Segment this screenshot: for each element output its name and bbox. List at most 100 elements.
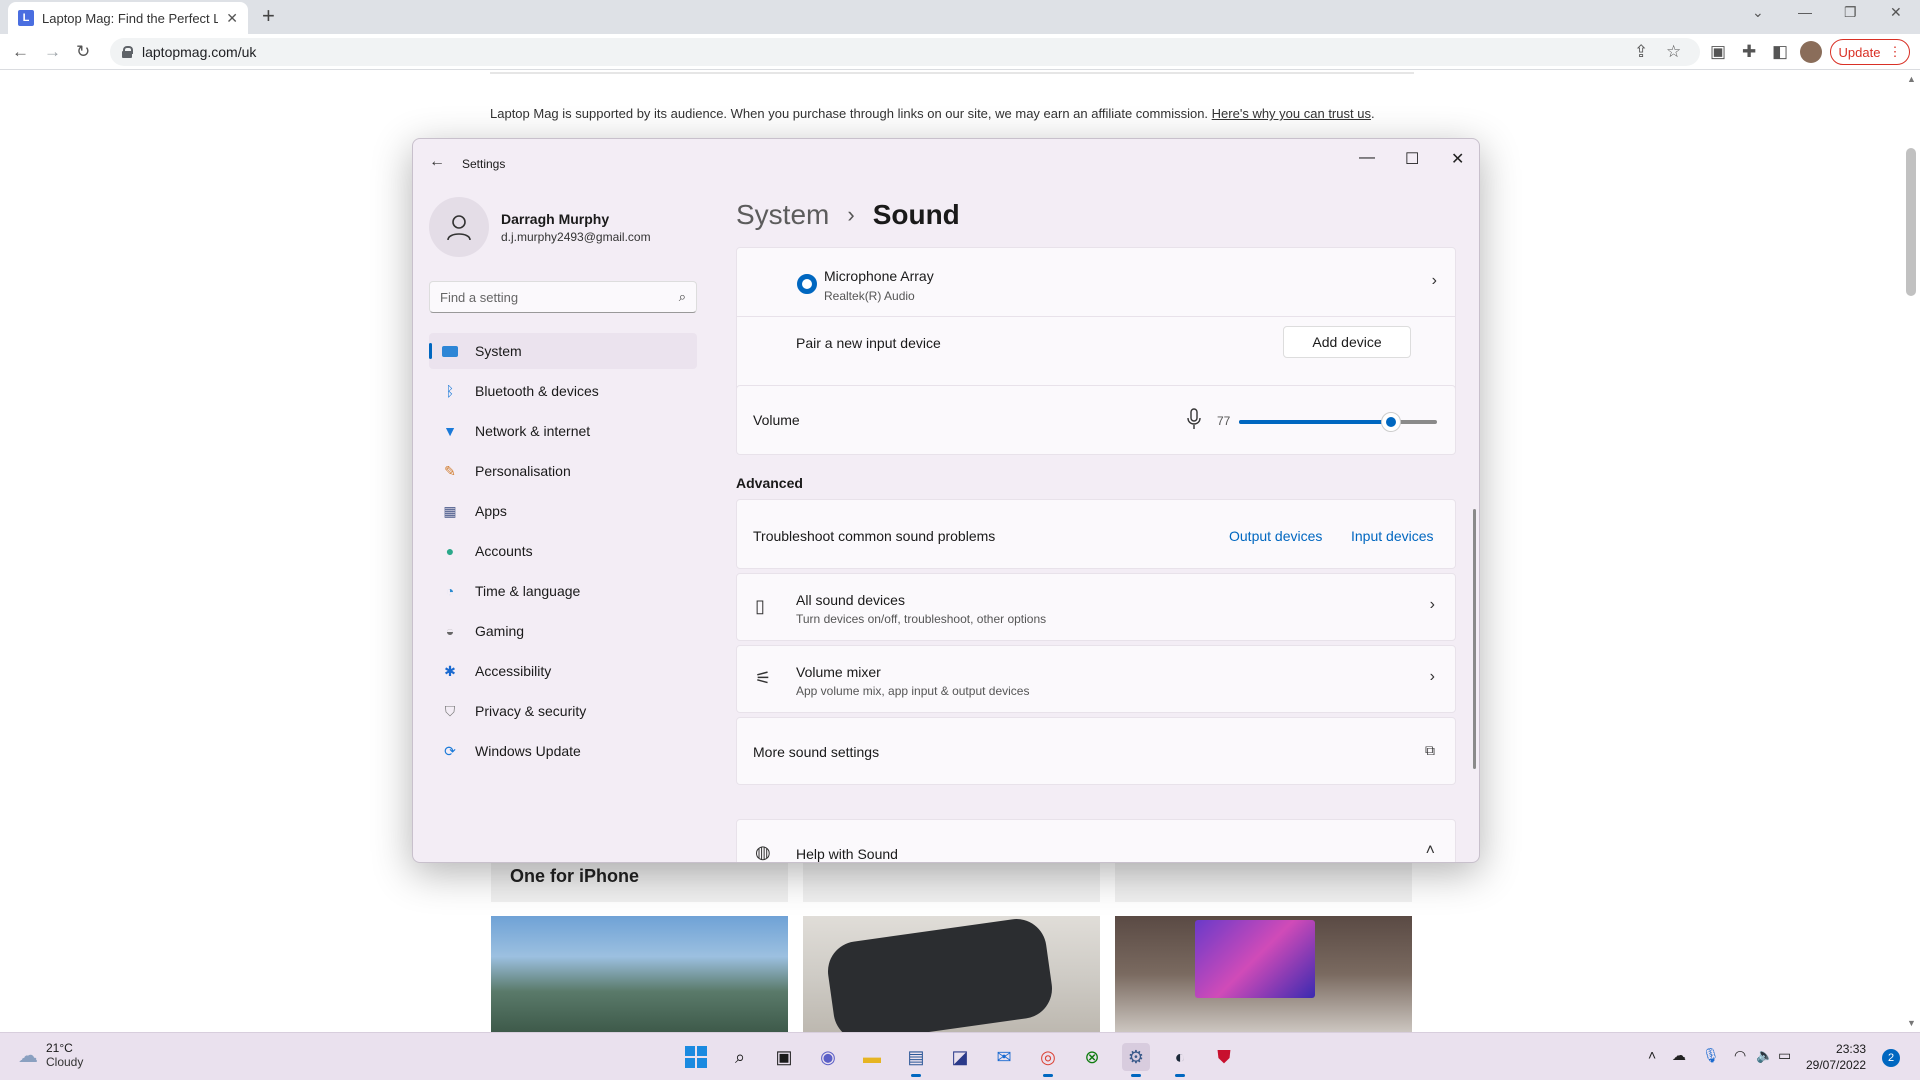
- update-button[interactable]: Update ⋮: [1830, 39, 1910, 65]
- start-button[interactable]: [682, 1043, 710, 1071]
- settings-search-input[interactable]: [440, 289, 660, 305]
- microsoft-store-icon[interactable]: ▤: [902, 1043, 930, 1077]
- tab-title: Laptop Mag: Find the Perfect Lap: [42, 10, 219, 26]
- extension-icon[interactable]: ▣: [1710, 42, 1726, 62]
- input-device-row[interactable]: Microphone Array Realtek(R) Audio ›: [737, 248, 1456, 316]
- forward-arrow-icon[interactable]: →: [44, 42, 61, 62]
- mail-icon[interactable]: ✉: [990, 1043, 1018, 1071]
- scroll-down-icon[interactable]: ▼: [1907, 1018, 1916, 1028]
- mcafee-icon[interactable]: ⛊: [1210, 1043, 1238, 1071]
- mixer-sliders-icon: ⚟: [755, 668, 772, 688]
- notification-badge[interactable]: 2: [1882, 1049, 1900, 1067]
- cloud-icon: ☁: [18, 1044, 38, 1067]
- nav-item-bluetooth[interactable]: ᛒ Bluetooth & devices: [429, 373, 697, 409]
- puzzle-icon[interactable]: ✚: [1742, 42, 1756, 62]
- settings-minimize-icon[interactable]: —: [1359, 149, 1375, 167]
- more-sound-settings-row[interactable]: More sound settings ⧉: [736, 717, 1456, 785]
- nav-item-time-language[interactable]: ◔ Time & language: [429, 573, 697, 609]
- input-device-card: Microphone Array Realtek(R) Audio › Pair…: [736, 247, 1456, 399]
- tab-search-chevron-icon[interactable]: ⌄: [1752, 4, 1764, 21]
- article-card-title[interactable]: One for iPhone: [510, 866, 639, 887]
- troubleshoot-card: Troubleshoot common sound problems Outpu…: [736, 499, 1456, 569]
- chevron-right-icon: ›: [1429, 668, 1435, 685]
- nav-item-accessibility[interactable]: ✱ Accessibility: [429, 653, 697, 689]
- nav-item-network[interactable]: ▼ Network & internet: [429, 413, 697, 449]
- steam-icon[interactable]: ◐: [1166, 1043, 1194, 1077]
- file-explorer-icon[interactable]: ▬: [858, 1043, 886, 1071]
- nav-item-accounts[interactable]: ● Accounts: [429, 533, 697, 569]
- breadcrumb-parent[interactable]: System: [736, 199, 829, 231]
- all-sound-devices-subtitle: Turn devices on/off, troubleshoot, other…: [796, 612, 1047, 626]
- input-devices-link[interactable]: Input devices: [1351, 528, 1434, 544]
- help-with-sound-card[interactable]: ◍ Help with Sound ˄: [736, 819, 1456, 862]
- side-panel-icon[interactable]: ◧: [1772, 42, 1788, 62]
- user-avatar[interactable]: [429, 197, 489, 257]
- settings-close-icon[interactable]: ✕: [1451, 149, 1464, 169]
- all-sound-devices-row[interactable]: ▯ All sound devices Turn devices on/off,…: [736, 573, 1456, 641]
- nav-item-personalisation[interactable]: ✎ Personalisation: [429, 453, 697, 489]
- settings-search-box[interactable]: ⌕: [429, 281, 697, 313]
- url-text: laptopmag.com/uk: [142, 44, 257, 60]
- chrome-icon[interactable]: ◎: [1034, 1043, 1062, 1077]
- tray-volume-icon[interactable]: 🔈: [1756, 1047, 1773, 1064]
- address-bar[interactable]: laptopmag.com/uk: [110, 38, 1700, 66]
- tray-battery-icon[interactable]: ▭: [1778, 1047, 1791, 1064]
- tab-close-icon[interactable]: ✕: [226, 10, 238, 27]
- chevron-up-icon[interactable]: ˄: [1426, 842, 1435, 860]
- teams-chat-icon[interactable]: ◉: [814, 1043, 842, 1071]
- minimize-icon[interactable]: —: [1798, 4, 1812, 20]
- settings-titlebar: ← Settings — ☐ ✕: [413, 139, 1479, 187]
- browser-tab[interactable]: L Laptop Mag: Find the Perfect Lap ✕: [8, 2, 248, 34]
- taskbar-search-icon[interactable]: ⌕: [726, 1043, 754, 1071]
- volume-slider[interactable]: [1239, 412, 1437, 432]
- article-thumbnail-game[interactable]: [491, 916, 788, 1032]
- tray-microphone-icon[interactable]: 🎙: [1702, 1047, 1720, 1064]
- close-icon[interactable]: ✕: [1890, 4, 1902, 21]
- weather-temp: 21°C: [46, 1041, 73, 1055]
- nav-item-apps[interactable]: ▦ Apps: [429, 493, 697, 529]
- weather-widget[interactable]: ☁ 21°C Cloudy: [18, 1041, 83, 1069]
- nav-item-windows-update[interactable]: ⟳ Windows Update: [429, 733, 697, 769]
- settings-gear-icon[interactable]: ⚙: [1122, 1043, 1150, 1077]
- breadcrumb-chevron-icon: ›: [847, 202, 855, 227]
- settings-maximize-icon[interactable]: ☐: [1405, 149, 1419, 169]
- reload-icon[interactable]: ↻: [76, 42, 90, 62]
- add-device-button[interactable]: Add device: [1283, 326, 1411, 358]
- volume-slider-thumb[interactable]: [1381, 412, 1402, 432]
- taskbar-clock[interactable]: 23:33 29/07/2022: [1806, 1041, 1866, 1073]
- sketch-app-icon[interactable]: ◪: [946, 1043, 974, 1071]
- xbox-icon[interactable]: ⊗: [1078, 1043, 1106, 1071]
- more-sound-settings-label: More sound settings: [753, 744, 880, 760]
- task-view-icon[interactable]: ▣: [770, 1043, 798, 1071]
- profile-avatar[interactable]: [1800, 41, 1822, 63]
- nav-item-system[interactable]: System: [429, 333, 697, 369]
- update-icon: ⟳: [444, 742, 456, 759]
- settings-back-icon[interactable]: ←: [429, 153, 445, 171]
- new-tab-icon[interactable]: +: [262, 5, 275, 27]
- weather-desc: Cloudy: [46, 1055, 84, 1069]
- bookmark-star-icon[interactable]: ☆: [1666, 42, 1681, 62]
- page-scrollbar-thumb[interactable]: [1906, 148, 1916, 296]
- menu-kebab-icon: ⋮: [1888, 44, 1902, 59]
- nav-label: Accessibility: [475, 663, 552, 679]
- settings-scrollbar[interactable]: [1473, 509, 1476, 769]
- external-link-icon: ⧉: [1425, 742, 1435, 758]
- scroll-up-icon[interactable]: ▲: [1907, 74, 1916, 84]
- output-devices-link[interactable]: Output devices: [1229, 528, 1322, 544]
- volume-mixer-row[interactable]: ⚟ Volume mixer App volume mix, app input…: [736, 645, 1456, 713]
- trust-link[interactable]: Here's why you can trust us: [1212, 106, 1371, 121]
- onedrive-cloud-icon[interactable]: ☁: [1672, 1047, 1686, 1064]
- tray-chevron-up-icon[interactable]: ˄: [1648, 1047, 1656, 1063]
- search-icon: ⌕: [678, 289, 686, 304]
- back-arrow-icon[interactable]: ←: [12, 42, 29, 62]
- input-device-radio[interactable]: [797, 274, 817, 294]
- nav-item-gaming[interactable]: ◒ Gaming: [429, 613, 697, 649]
- tray-wifi-icon[interactable]: ◠: [1734, 1047, 1746, 1064]
- settings-window-title: Settings: [462, 157, 506, 171]
- restore-icon[interactable]: ❐: [1844, 4, 1857, 21]
- microphone-icon[interactable]: [1186, 408, 1202, 435]
- nav-item-privacy[interactable]: ⛉ Privacy & security: [429, 693, 697, 729]
- speaker-icon: ▯: [755, 596, 765, 616]
- person-icon: ●: [445, 543, 455, 559]
- share-icon[interactable]: ⇪: [1634, 42, 1648, 62]
